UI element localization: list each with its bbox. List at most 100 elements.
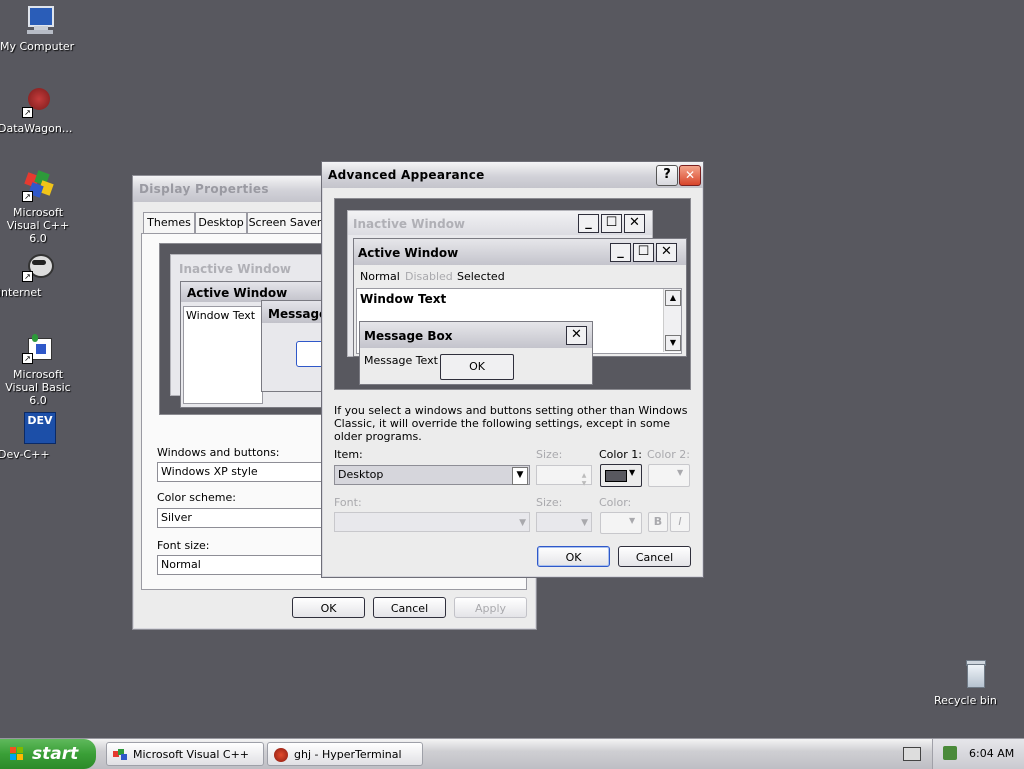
color1-button[interactable]: ▼: [600, 464, 642, 487]
system-tray: 6:04 AM: [932, 739, 1024, 769]
cancel-button[interactable]: Cancel: [373, 597, 446, 618]
menu-normal: Normal: [360, 270, 400, 283]
menu-disabled: Disabled: [405, 270, 453, 283]
tab-label: Desktop: [198, 216, 244, 229]
preview-inactive-title: Inactive Window: [179, 262, 292, 276]
minimize-icon: _: [610, 243, 631, 262]
preview-active-title: Active Window: [187, 286, 288, 300]
desktop-icon-visual-cpp[interactable]: ↗ Microsoft Visual C++ 6.0: [0, 170, 78, 245]
taskbar-item-hyperterminal[interactable]: ghj - HyperTerminal: [267, 742, 423, 766]
item-select[interactable]: Desktop ▼: [334, 465, 530, 485]
font-size-label: Size:: [536, 496, 563, 509]
font-size-select[interactable]: ▼: [536, 512, 592, 532]
preview-ok-button: OK: [440, 354, 514, 380]
preview-active-title: Active Window: [358, 246, 459, 260]
shortcut-arrow-icon: ↗: [22, 353, 33, 364]
chevron-down-icon: ▼: [581, 518, 588, 528]
preview-inactive-title: Inactive Window: [353, 217, 466, 231]
chevron-down-icon: ▼: [512, 467, 528, 485]
desktop-icon-label: Microsoft Visual Basic 6.0: [5, 368, 71, 407]
network-icon[interactable]: [943, 746, 957, 760]
visual-basic-icon: ↗: [22, 332, 54, 364]
desktop-icon-label: Microsoft Visual C++ 6.0: [6, 206, 70, 245]
font-select[interactable]: ▼: [334, 512, 530, 532]
font-label: Font:: [334, 496, 362, 509]
hyperterminal-icon: [274, 748, 288, 762]
close-button[interactable]: ✕: [679, 165, 701, 186]
windows-logo-icon: [10, 747, 24, 761]
start-label: start: [32, 744, 79, 764]
taskbar-item-visual-cpp[interactable]: Microsoft Visual C++: [106, 742, 264, 766]
cancel-button[interactable]: Cancel: [618, 546, 691, 567]
advanced-appearance-dialog: Advanced Appearance ? ✕ Inactive Window …: [321, 161, 704, 578]
close-icon: ✕: [566, 326, 587, 345]
desktop-icon-visual-basic[interactable]: ↗ Microsoft Visual Basic 6.0: [0, 332, 78, 407]
preview-message-text: Message Text: [364, 354, 438, 367]
visual-cpp-icon: [113, 749, 127, 761]
raccoon-icon: ↗: [22, 250, 54, 282]
chevron-down-icon: ▼: [519, 518, 526, 528]
desktop-icon-recycle-bin[interactable]: Recycle bin: [934, 658, 1014, 707]
close-icon: ✕: [656, 243, 677, 262]
taskbar-item-label: Microsoft Visual C++: [133, 748, 250, 761]
desktop-icon-label: My Computer: [0, 40, 75, 53]
spinner-up-icon: ▲: [581, 472, 587, 479]
tab-themes[interactable]: Themes: [143, 212, 195, 234]
minimize-icon: _: [578, 214, 599, 233]
font-size-select[interactable]: Normal: [157, 555, 323, 575]
ok-button[interactable]: OK: [537, 546, 610, 567]
desktop-icon-datawagon[interactable]: ↗ DataWagon...: [0, 86, 78, 135]
keyboard-icon[interactable]: [903, 747, 921, 761]
windows-and-buttons-select[interactable]: Windows XP style: [157, 462, 323, 482]
menu-selected: Selected: [457, 270, 505, 283]
info-text: If you select a windows and buttons sett…: [334, 404, 688, 443]
size-spinner[interactable]: ▲ ▼: [536, 465, 592, 487]
preview-window-text: Window Text: [186, 309, 256, 322]
recycle-bin-icon: [958, 658, 990, 690]
computer-icon: [24, 4, 56, 36]
color1-swatch: [605, 470, 627, 482]
shortcut-arrow-icon: ↗: [22, 191, 33, 202]
tab-label: Themes: [147, 216, 191, 229]
taskbar-item-label: ghj - HyperTerminal: [294, 748, 402, 761]
size-label: Size:: [536, 448, 563, 461]
spinner-down-icon: ▼: [581, 480, 587, 487]
item-label: Item:: [334, 448, 363, 461]
color-scheme-label: Color scheme:: [157, 491, 236, 504]
preview-scrollbar: ▲ ▼: [663, 289, 681, 352]
ok-button[interactable]: OK: [292, 597, 365, 618]
apply-button[interactable]: Apply: [454, 597, 527, 618]
desktop-icon-internet[interactable]: ↗ internet: [0, 250, 78, 299]
color2-button[interactable]: ▼: [648, 464, 690, 487]
font-color-label: Color:: [599, 496, 632, 509]
desktop-icon-devcpp[interactable]: DEV Dev-C++: [0, 412, 78, 461]
color2-label: Color 2:: [647, 448, 690, 461]
preview-message-title: Message: [268, 307, 328, 321]
preview-message-box-title: Message Box: [364, 329, 453, 343]
font-color-button[interactable]: ▼: [600, 512, 642, 534]
desktop-icon-label: internet: [0, 286, 42, 299]
bold-button[interactable]: B: [648, 512, 668, 532]
taskbar: start Microsoft Visual C++ ghj - HyperTe…: [0, 738, 1024, 769]
advanced-appearance-title: Advanced Appearance: [328, 168, 485, 182]
tab-desktop[interactable]: Desktop: [195, 212, 247, 234]
preview-active-window: Active Window Window Text Message: [180, 281, 343, 408]
tab-screen-saver[interactable]: Screen Saver: [247, 212, 323, 234]
maximize-icon: ☐: [601, 214, 622, 233]
advanced-appearance-titlebar[interactable]: Advanced Appearance ? ✕: [322, 162, 703, 188]
help-button[interactable]: ?: [656, 165, 678, 186]
chevron-down-icon: ▼: [677, 468, 684, 477]
color1-label: Color 1:: [599, 448, 642, 461]
item-select-value: Desktop: [338, 468, 384, 481]
desktop-icon-my-computer[interactable]: My Computer: [0, 4, 80, 53]
preview-window-text: Window Text: [360, 292, 447, 306]
color-scheme-select[interactable]: Silver: [157, 508, 323, 528]
clock[interactable]: 6:04 AM: [969, 747, 1014, 760]
desktop-icon-label: Recycle bin: [934, 694, 997, 707]
italic-button[interactable]: I: [670, 512, 690, 532]
advanced-preview: Inactive Window _ ☐ ✕ Active Window _ ☐ …: [334, 198, 691, 390]
start-button[interactable]: start: [0, 739, 96, 769]
close-icon: ✕: [684, 168, 696, 182]
shortcut-arrow-icon: ↗: [22, 271, 33, 282]
chevron-down-icon: ▼: [629, 516, 636, 525]
